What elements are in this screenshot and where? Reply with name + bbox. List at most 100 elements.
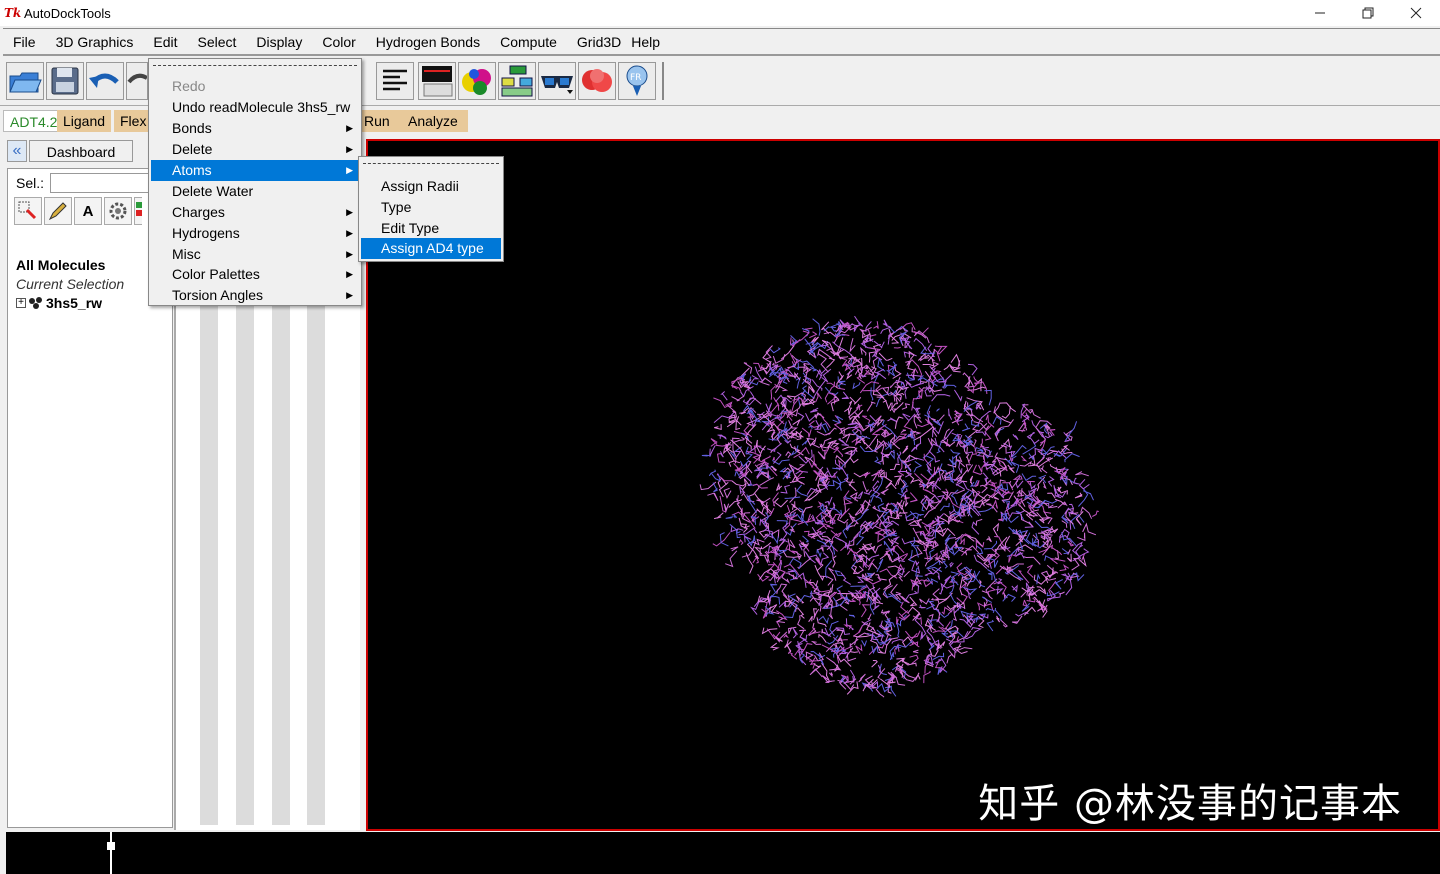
menu-item-label: Hydrogens bbox=[172, 225, 240, 241]
menu-item-atoms[interactable]: Atoms ▶ bbox=[151, 160, 359, 181]
submenu-item-edit-type[interactable]: Edit Type bbox=[361, 218, 501, 239]
bond-segment bbox=[805, 412, 822, 422]
bond-segment bbox=[918, 352, 929, 361]
bond-segment bbox=[941, 606, 953, 615]
console-icon bbox=[422, 66, 453, 97]
bond-segment bbox=[913, 426, 934, 441]
menu-grid3d[interactable]: Grid3D bbox=[567, 29, 627, 55]
bond-segment bbox=[870, 494, 883, 503]
select-tool-button[interactable] bbox=[14, 197, 42, 225]
bond-segment bbox=[776, 620, 781, 628]
bond-segment bbox=[949, 508, 956, 515]
undo-button[interactable] bbox=[86, 62, 124, 100]
bond-segment bbox=[991, 499, 998, 509]
text-align-button[interactable] bbox=[376, 62, 414, 100]
bond-segment bbox=[711, 473, 721, 482]
molecule-node[interactable]: + 3hs5_rw bbox=[16, 295, 102, 311]
menu-item-misc[interactable]: Misc ▶ bbox=[151, 244, 359, 265]
bond-segment bbox=[1015, 510, 1025, 520]
settings-tool-button[interactable] bbox=[104, 197, 132, 225]
close-button[interactable] bbox=[1392, 0, 1440, 26]
redo-button[interactable] bbox=[126, 62, 148, 100]
bond-segment bbox=[904, 462, 912, 471]
bond-segment bbox=[827, 479, 842, 487]
bond-segment bbox=[1020, 587, 1030, 598]
menu-item-charges[interactable]: Charges ▶ bbox=[151, 202, 359, 223]
expand-plus-icon[interactable]: + bbox=[16, 298, 26, 308]
all-molecules-node[interactable]: All Molecules bbox=[16, 257, 105, 273]
stereo-button[interactable] bbox=[538, 62, 576, 100]
menu-item-undo[interactable]: Undo readMolecule 3hs5_rw bbox=[151, 97, 359, 118]
tab-adt42[interactable]: ADT4.2 bbox=[3, 110, 65, 132]
bond-segment bbox=[1074, 492, 1083, 499]
bond-segment bbox=[887, 332, 892, 345]
submenu-arrow-icon: ▶ bbox=[346, 228, 353, 238]
display-molecule-button[interactable] bbox=[458, 62, 496, 100]
bond-segment bbox=[942, 560, 948, 569]
bond-segment bbox=[1021, 473, 1037, 481]
menu-item-torsion-angles[interactable]: Torsion Angles ▶ bbox=[151, 285, 359, 306]
tab-ligand[interactable]: Ligand bbox=[57, 110, 112, 132]
bond-segment bbox=[810, 367, 818, 372]
bond-segment bbox=[821, 662, 830, 682]
bond-segment bbox=[871, 660, 878, 668]
collapse-panel-button[interactable]: « bbox=[7, 140, 27, 162]
tearoff-line[interactable] bbox=[153, 65, 357, 66]
3d-viewer[interactable]: 知乎 @林没事的记事本 bbox=[366, 139, 1440, 831]
menu-help[interactable]: Help bbox=[627, 29, 670, 55]
bond-segment bbox=[1026, 431, 1036, 440]
color-tool-button[interactable] bbox=[134, 197, 142, 225]
menu-color[interactable]: Color bbox=[312, 29, 365, 55]
bond-segment bbox=[944, 533, 951, 545]
python-shell-button[interactable] bbox=[418, 62, 456, 100]
menu-item-bonds[interactable]: Bonds ▶ bbox=[151, 118, 359, 139]
bond-segment bbox=[728, 498, 742, 508]
hierarchy-button[interactable] bbox=[498, 62, 536, 100]
bond-segment bbox=[978, 463, 986, 473]
minimize-button[interactable] bbox=[1296, 0, 1344, 26]
menu-compute[interactable]: Compute bbox=[490, 29, 567, 55]
bond-segment bbox=[1026, 597, 1036, 603]
bond-segment bbox=[909, 596, 918, 607]
menu-select[interactable]: Select bbox=[188, 29, 247, 55]
menu-edit[interactable]: Edit bbox=[143, 29, 187, 55]
open-file-button[interactable] bbox=[6, 62, 44, 100]
menu-item-color-palettes[interactable]: Color Palettes ▶ bbox=[151, 264, 359, 285]
tearoff-line[interactable] bbox=[363, 163, 499, 164]
pencil-tool-button[interactable] bbox=[44, 197, 72, 225]
tab-analyze[interactable]: Analyze bbox=[398, 110, 468, 132]
bond-segment bbox=[914, 672, 921, 681]
bond-segment bbox=[1073, 477, 1080, 485]
bond-segment bbox=[808, 615, 813, 622]
menu-file[interactable]: File bbox=[3, 29, 46, 55]
status-handle[interactable] bbox=[107, 842, 115, 850]
pmv-help-button[interactable]: FR bbox=[618, 62, 656, 100]
bond-segment bbox=[723, 503, 730, 514]
bond-segment bbox=[859, 346, 867, 356]
menu-item-delete[interactable]: Delete ▶ bbox=[151, 139, 359, 160]
menu-display[interactable]: Display bbox=[246, 29, 312, 55]
surface-button[interactable] bbox=[578, 62, 616, 100]
bond-segment bbox=[829, 507, 843, 517]
bond-segment bbox=[843, 624, 853, 630]
tab-run[interactable]: Run bbox=[358, 110, 398, 132]
submenu-item-assign-radii[interactable]: Assign Radii bbox=[361, 176, 501, 197]
restore-button[interactable] bbox=[1344, 0, 1392, 26]
bond-segment bbox=[912, 649, 919, 654]
menu-item-delete-water[interactable]: Delete Water bbox=[151, 181, 359, 202]
bond-segment bbox=[1022, 599, 1028, 608]
submenu-item-assign-ad4-type[interactable]: Assign AD4 type bbox=[361, 238, 501, 259]
text-lines-icon bbox=[383, 69, 407, 91]
menu-item-redo[interactable]: Redo bbox=[151, 76, 359, 97]
menu-hydrogen-bonds[interactable]: Hydrogen Bonds bbox=[366, 29, 490, 55]
save-button[interactable] bbox=[46, 62, 84, 100]
menu-3d-graphics[interactable]: 3D Graphics bbox=[46, 29, 144, 55]
current-selection-node[interactable]: Current Selection bbox=[16, 276, 124, 292]
dashboard-button[interactable]: Dashboard bbox=[29, 140, 133, 162]
bond-segment bbox=[966, 429, 979, 439]
tab-flex[interactable]: Flex bbox=[114, 110, 150, 132]
submenu-item-type[interactable]: Type bbox=[361, 197, 501, 218]
menu-item-hydrogens[interactable]: Hydrogens ▶ bbox=[151, 223, 359, 244]
label-tool-button[interactable]: A bbox=[74, 197, 102, 225]
bond-segment bbox=[999, 402, 1016, 413]
